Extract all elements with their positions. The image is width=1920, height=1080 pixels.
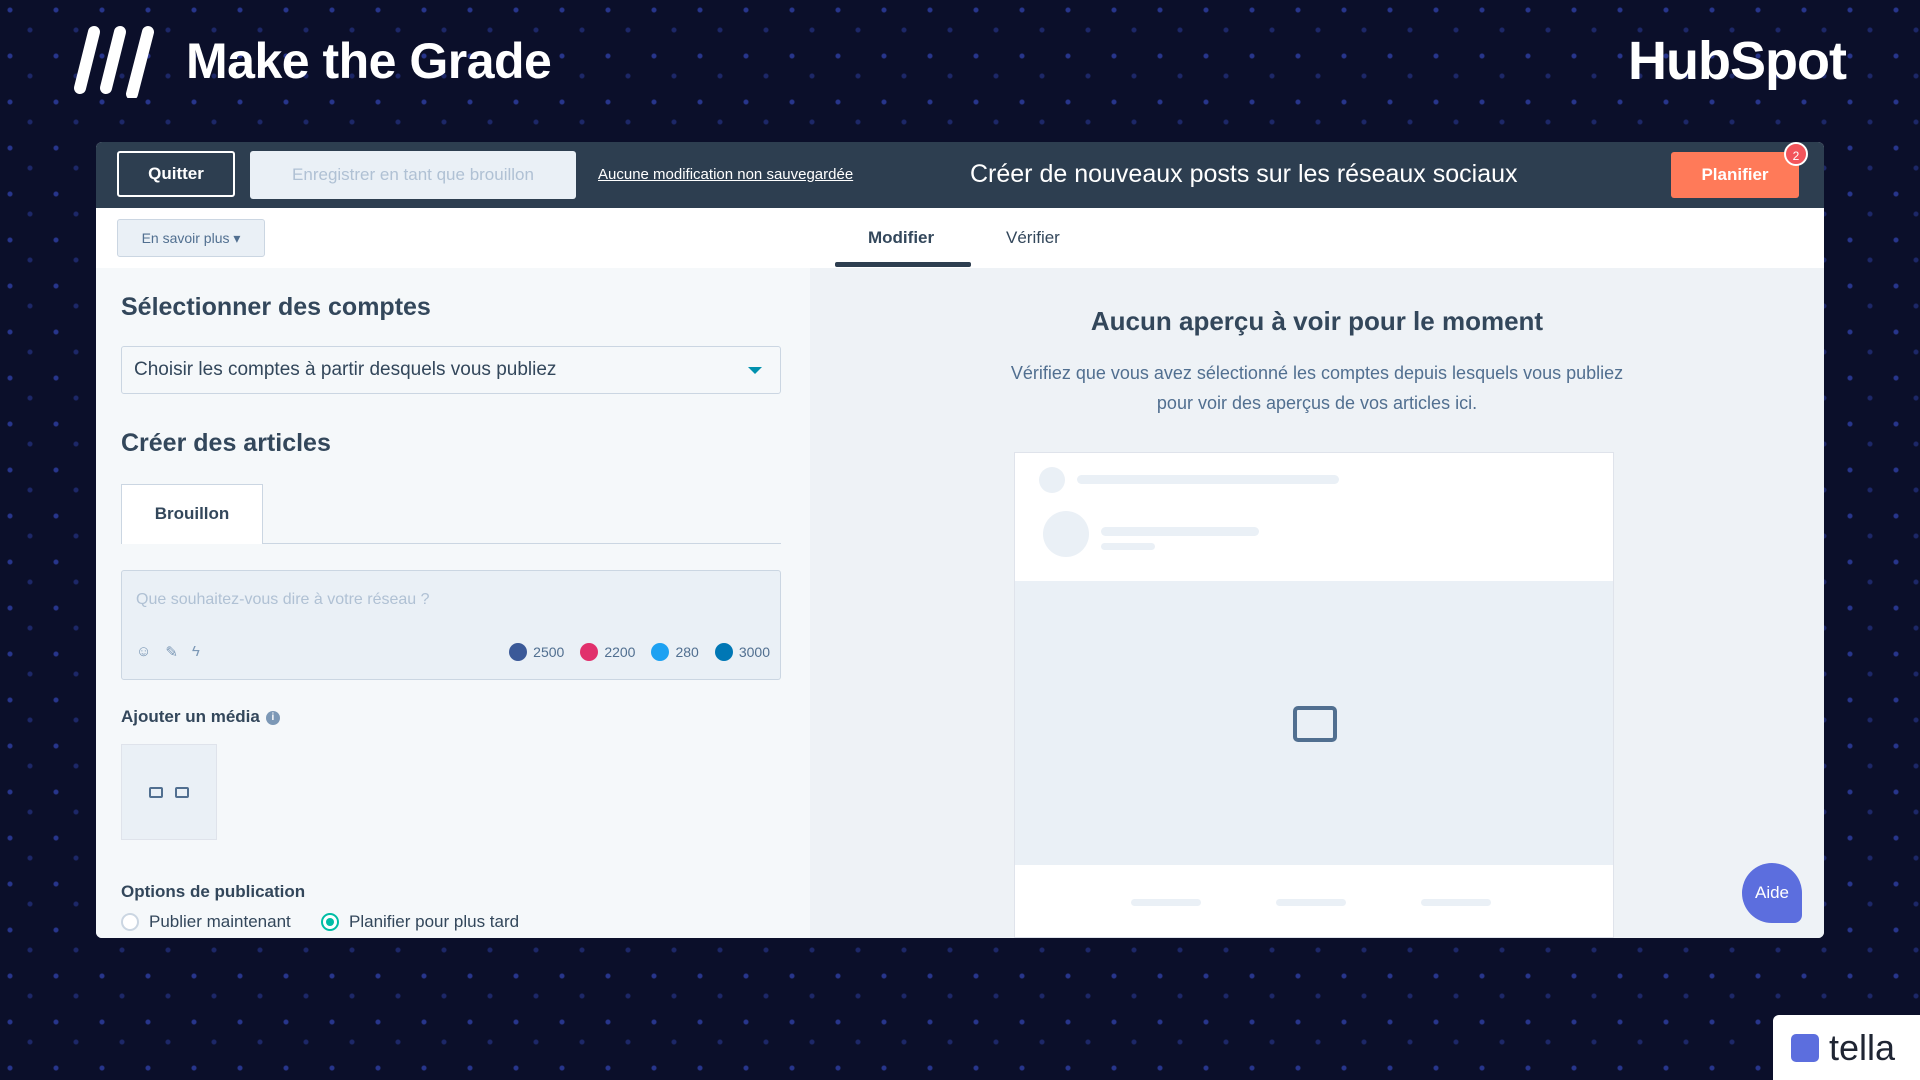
top-toolbar: Quitter Enregistrer en tant que brouillo…	[96, 142, 1824, 208]
limit-twitter-value: 280	[675, 644, 699, 660]
preview-pane: Aucun aperçu à voir pour le moment Vérif…	[810, 268, 1824, 938]
instagram-icon	[580, 643, 599, 661]
tab-edit[interactable]: Modifier	[868, 228, 934, 248]
quit-button[interactable]: Quitter	[117, 151, 235, 197]
skeleton-avatar	[1043, 511, 1089, 557]
hubspot-logo: HubSpot	[1628, 31, 1847, 91]
composer-tools: ☺ ✎ ϟ	[136, 643, 200, 661]
tab-draft[interactable]: Brouillon	[121, 484, 263, 544]
skeleton-line	[1101, 543, 1155, 550]
add-media-box[interactable]	[121, 744, 217, 840]
attachment-icon[interactable]: ✎	[165, 643, 178, 661]
composer-placeholder: Que souhaitez-vous dire à votre réseau ?	[136, 591, 430, 608]
skeleton-avatar-small	[1039, 467, 1065, 493]
account-select-dropdown[interactable]: Choisir les comptes à partir desquels vo…	[121, 346, 781, 394]
notification-badge[interactable]: 2	[1784, 142, 1808, 166]
editor-pane: Sélectionner des comptes Choisir les com…	[96, 268, 810, 938]
info-icon[interactable]: i	[265, 710, 280, 725]
save-draft-button[interactable]: Enregistrer en tant que brouillon	[250, 151, 576, 199]
schedule-later-option[interactable]: Planifier pour plus tard	[321, 912, 519, 932]
sub-toolbar: En savoir plus ▾ Modifier Vérifier	[96, 208, 1824, 269]
skeleton-action	[1421, 899, 1491, 906]
schedule-later-label: Planifier pour plus tard	[349, 912, 520, 931]
lightning-icon[interactable]: ϟ	[192, 643, 200, 661]
learn-more-dropdown[interactable]: En savoir plus ▾	[117, 219, 265, 257]
preview-empty-description: Vérifiez que vous avez sélectionné les c…	[1010, 363, 1624, 413]
skeleton-line	[1077, 475, 1339, 484]
publish-now-option[interactable]: Publier maintenant	[121, 912, 291, 932]
tella-logo-icon	[1791, 1033, 1819, 1062]
publish-now-radio[interactable]	[121, 913, 139, 931]
schedule-button[interactable]: Planifier	[1671, 152, 1799, 198]
limit-twitter: 280	[651, 643, 699, 661]
tab-verify[interactable]: Vérifier	[1006, 228, 1060, 248]
publish-now-label: Publier maintenant	[149, 912, 291, 931]
tella-text: tella	[1829, 1026, 1896, 1068]
limit-facebook: 2500	[509, 643, 564, 661]
preview-empty-title: Aucun aperçu à voir pour le moment	[1090, 306, 1544, 336]
make-the-grade-mark-icon	[74, 26, 154, 98]
publishing-options-label: Options de publication	[121, 882, 306, 901]
help-button[interactable]: Aide	[1742, 863, 1802, 923]
tella-watermark: tella	[1773, 1015, 1920, 1080]
limit-instagram: 2200	[580, 643, 635, 661]
limit-facebook-value: 2500	[533, 644, 565, 660]
twitter-icon	[651, 643, 670, 661]
facebook-icon	[509, 643, 528, 661]
save-status-link[interactable]: Aucune modification non sauvegardée	[598, 166, 853, 183]
social-post-editor: Quitter Enregistrer en tant que brouillo…	[96, 142, 1824, 938]
skeleton-action	[1276, 899, 1346, 906]
make-the-grade-logo: Make the Grade	[72, 24, 552, 98]
image-icon	[1293, 706, 1337, 742]
skeleton-line	[1101, 527, 1259, 536]
video-upload-icon[interactable]	[175, 786, 189, 798]
tab-divider	[263, 543, 781, 544]
limit-linkedin: 3000	[714, 643, 770, 661]
account-select-placeholder: Choisir les comptes à partir desquels vo…	[134, 359, 557, 380]
image-upload-icon[interactable]	[149, 786, 163, 798]
chevron-down-icon	[748, 367, 762, 374]
skeleton-action	[1131, 899, 1201, 906]
add-media-text: Ajouter un média	[121, 707, 260, 726]
active-tab-indicator	[835, 262, 971, 267]
create-articles-heading: Créer des articles	[121, 429, 331, 457]
brand-title: Make the Grade	[186, 33, 552, 89]
limit-linkedin-value: 3000	[738, 644, 770, 660]
select-accounts-heading: Sélectionner des comptes	[121, 293, 431, 321]
emoji-icon[interactable]: ☺	[136, 643, 151, 661]
preview-image-placeholder	[1015, 581, 1613, 865]
post-composer[interactable]: Que souhaitez-vous dire à votre réseau ?…	[121, 570, 781, 680]
character-limits: 2500 2200 280 3000	[509, 643, 770, 661]
schedule-later-radio[interactable]	[321, 913, 339, 931]
linkedin-icon	[714, 643, 733, 661]
page-title: Créer de nouveaux posts sur les réseaux …	[970, 160, 1518, 188]
add-media-label: Ajouter un média i	[121, 707, 280, 727]
preview-placeholder-card	[1014, 452, 1614, 938]
limit-instagram-value: 2200	[604, 644, 636, 660]
